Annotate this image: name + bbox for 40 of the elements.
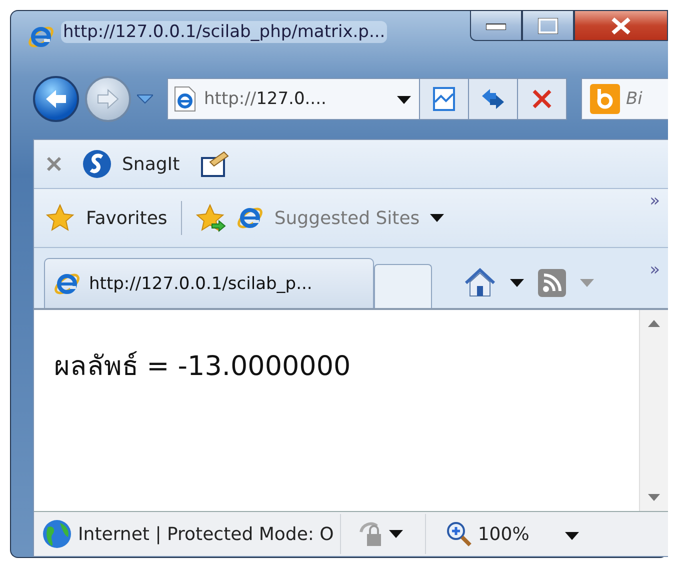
zoom-level[interactable]: 100% <box>478 524 530 544</box>
minimize-icon <box>486 22 506 30</box>
globe-icon <box>42 519 72 549</box>
result-text: ผลลัพธ์ = -13.0000000 <box>54 350 351 384</box>
search-provider-icon <box>590 84 620 114</box>
lock-icon[interactable] <box>356 520 383 548</box>
close-button[interactable] <box>574 11 668 41</box>
maximize-icon <box>538 18 558 34</box>
maximize-button[interactable] <box>522 11 574 41</box>
close-icon <box>611 16 631 34</box>
snagit-logo-icon <box>82 149 112 179</box>
back-button[interactable] <box>33 76 79 122</box>
zoom-icon[interactable] <box>446 521 472 547</box>
edit-document-icon[interactable] <box>200 150 230 178</box>
home-caret-icon[interactable] <box>510 279 524 287</box>
forward-button[interactable] <box>85 76 131 122</box>
favorites-button[interactable]: Favorites <box>86 208 168 228</box>
search-field[interactable]: Bi <box>581 78 668 120</box>
window-title: http://127.0.0.1/scilab_php/matrix.p... <box>61 21 388 43</box>
star-icon[interactable] <box>46 204 76 232</box>
security-caret-icon[interactable] <box>388 530 403 538</box>
more-chevron[interactable]: » <box>650 260 660 280</box>
close-icon[interactable] <box>46 156 62 172</box>
forward-arrow-icon <box>96 89 120 109</box>
scroll-up-icon[interactable] <box>648 320 660 327</box>
suggested-sites-caret-icon[interactable] <box>430 214 444 222</box>
zoom-caret-icon[interactable] <box>565 532 580 540</box>
history-caret-icon[interactable] <box>137 94 153 104</box>
minimize-button[interactable] <box>470 11 522 41</box>
vertical-scrollbar[interactable] <box>639 310 668 511</box>
security-zone-text: Internet | Protected Mode: O <box>78 524 334 544</box>
browser-tab[interactable]: http://127.0.0.1/scilab_p... <box>44 258 374 308</box>
suggested-sites-link[interactable]: Suggested Sites <box>274 208 420 228</box>
rss-feed-icon[interactable] <box>538 269 566 297</box>
more-chevron[interactable]: » <box>650 191 660 211</box>
snagit-label[interactable]: SnagIt <box>122 154 180 174</box>
home-icon[interactable] <box>464 268 496 298</box>
scroll-down-icon[interactable] <box>648 494 660 501</box>
back-arrow-icon <box>44 89 68 109</box>
add-favorite-icon[interactable] <box>196 204 226 232</box>
